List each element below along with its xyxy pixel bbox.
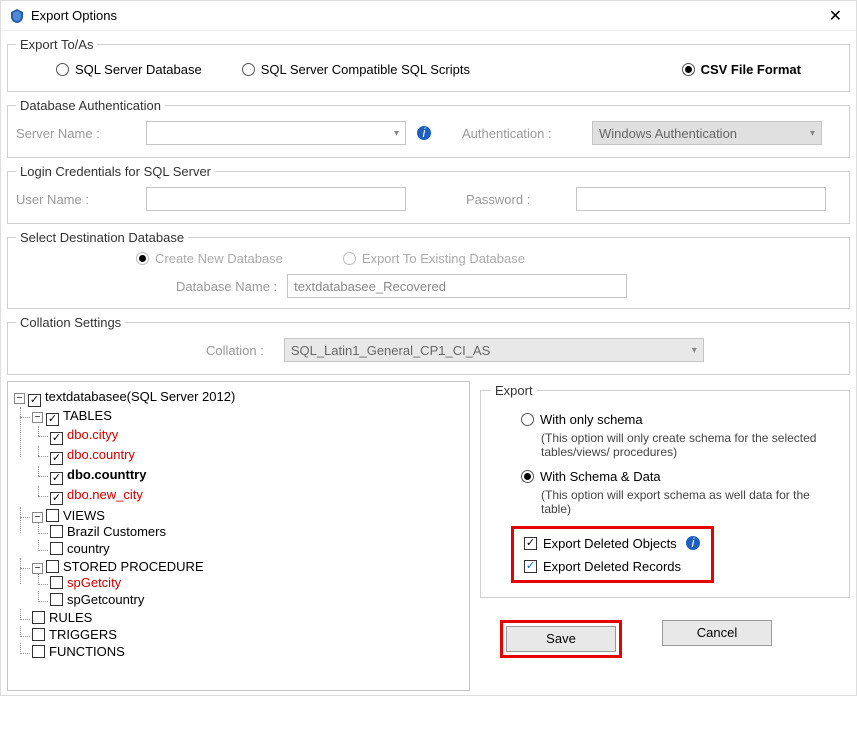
tree-sp-item[interactable]: spGetcity — [50, 574, 463, 591]
radio-csv-format[interactable]: CSV File Format — [682, 62, 801, 77]
save-button[interactable]: Save — [506, 626, 616, 652]
export-to-group: Export To/As SQL Server Database SQL Ser… — [7, 37, 850, 92]
server-name-label: Server Name : — [16, 126, 136, 141]
radio-schema-only[interactable]: With only schema — [521, 412, 643, 427]
export-group: Export With only schema (This option wil… — [480, 383, 850, 598]
collapse-toggle[interactable]: − — [32, 563, 43, 574]
tree-checkbox[interactable] — [50, 452, 63, 465]
deleted-options-highlight: Export Deleted Objects i Export Deleted … — [511, 526, 714, 583]
tree-views[interactable]: −VIEWS Brazil Customers country — [32, 507, 463, 558]
tree-checkbox[interactable] — [50, 432, 63, 445]
check-export-deleted-records[interactable]: Export Deleted Records — [524, 559, 681, 574]
export-to-legend: Export To/As — [16, 37, 97, 52]
tree-rules[interactable]: RULES — [32, 609, 463, 626]
radio-existing-db: Export To Existing Database — [343, 251, 525, 266]
tree-checkbox[interactable] — [50, 492, 63, 505]
right-panel: Export With only schema (This option wil… — [480, 381, 850, 691]
username-field — [146, 187, 406, 211]
tree-table-item[interactable]: dbo.counttry — [50, 466, 463, 486]
schema-only-desc: (This option will only create schema for… — [541, 431, 839, 459]
tree-checkbox[interactable] — [50, 593, 63, 606]
db-name-label: Database Name : — [176, 279, 277, 294]
tree-checkbox[interactable] — [46, 509, 59, 522]
tree-table-item[interactable]: dbo.new_city — [50, 486, 463, 506]
password-field — [576, 187, 826, 211]
close-icon[interactable]: ✕ — [823, 6, 848, 26]
tree-checkbox[interactable] — [50, 525, 63, 538]
tree-checkbox[interactable] — [32, 628, 45, 641]
collation-combo: SQL_Latin1_General_CP1_CI_AS▾ — [284, 338, 704, 362]
server-name-combo: ▾ — [146, 121, 406, 145]
button-row: Save Cancel — [480, 620, 850, 658]
dest-db-legend: Select Destination Database — [16, 230, 188, 245]
tree-tables[interactable]: −TABLES dbo.cityy dbo.country dbo.countt… — [32, 407, 463, 507]
tree-checkbox[interactable] — [46, 413, 59, 426]
collapse-toggle[interactable]: − — [32, 412, 43, 423]
collapse-toggle[interactable]: − — [32, 512, 43, 523]
export-legend: Export — [491, 383, 537, 398]
login-legend: Login Credentials for SQL Server — [16, 164, 215, 179]
login-group: Login Credentials for SQL Server User Na… — [7, 164, 850, 224]
export-options-dialog: Export Options ✕ Export To/As SQL Server… — [0, 0, 857, 696]
collation-label: Collation : — [206, 343, 264, 358]
cancel-button[interactable]: Cancel — [662, 620, 772, 646]
db-name-field — [287, 274, 627, 298]
dest-db-group: Select Destination Database Create New D… — [7, 230, 850, 309]
collation-legend: Collation Settings — [16, 315, 125, 330]
info-icon[interactable]: i — [685, 535, 701, 551]
tree-table-item[interactable]: dbo.country — [50, 446, 463, 466]
auth-label: Authentication : — [462, 126, 582, 141]
collation-group: Collation Settings Collation : SQL_Latin… — [7, 315, 850, 375]
radio-create-db: Create New Database — [136, 251, 283, 266]
info-icon[interactable]: i — [416, 125, 432, 141]
tree-checkbox[interactable] — [50, 576, 63, 589]
tree-triggers[interactable]: TRIGGERS — [32, 626, 463, 643]
tree-checkbox[interactable] — [46, 560, 59, 573]
tree-functions[interactable]: FUNCTIONS — [32, 643, 463, 660]
save-highlight: Save — [500, 620, 622, 658]
tree-checkbox[interactable] — [50, 472, 63, 485]
tree-checkbox[interactable] — [50, 542, 63, 555]
radio-sql-server-db[interactable]: SQL Server Database — [56, 62, 202, 77]
password-label: Password : — [466, 192, 566, 207]
tree-view-item[interactable]: country — [50, 540, 463, 557]
db-auth-legend: Database Authentication — [16, 98, 165, 113]
tree-sp-item[interactable]: spGetcountry — [50, 591, 463, 608]
username-label: User Name : — [16, 192, 136, 207]
tree-checkbox[interactable] — [28, 394, 41, 407]
titlebar: Export Options ✕ — [1, 1, 856, 31]
radio-sql-scripts[interactable]: SQL Server Compatible SQL Scripts — [242, 62, 470, 77]
radio-schema-data[interactable]: With Schema & Data — [521, 469, 661, 484]
auth-combo: Windows Authentication▾ — [592, 121, 822, 145]
dialog-body: Export To/As SQL Server Database SQL Ser… — [1, 31, 856, 695]
collapse-toggle[interactable]: − — [14, 393, 25, 404]
window-title: Export Options — [31, 8, 823, 23]
tree-view-item[interactable]: Brazil Customers — [50, 523, 463, 540]
app-icon — [9, 8, 25, 24]
check-export-deleted-objects[interactable]: Export Deleted Objects — [524, 536, 677, 551]
schema-data-desc: (This option will export schema as well … — [541, 488, 839, 516]
tree-table-item[interactable]: dbo.cityy — [50, 426, 463, 446]
db-auth-group: Database Authentication Server Name : ▾ … — [7, 98, 850, 158]
object-tree[interactable]: −textdatabasee(SQL Server 2012) −TABLES … — [7, 381, 470, 691]
tree-root[interactable]: −textdatabasee(SQL Server 2012) −TABLES … — [14, 388, 463, 661]
tree-checkbox[interactable] — [32, 645, 45, 658]
tree-stored-proc[interactable]: −STORED PROCEDURE spGetcity spGetcountry — [32, 558, 463, 609]
tree-checkbox[interactable] — [32, 611, 45, 624]
